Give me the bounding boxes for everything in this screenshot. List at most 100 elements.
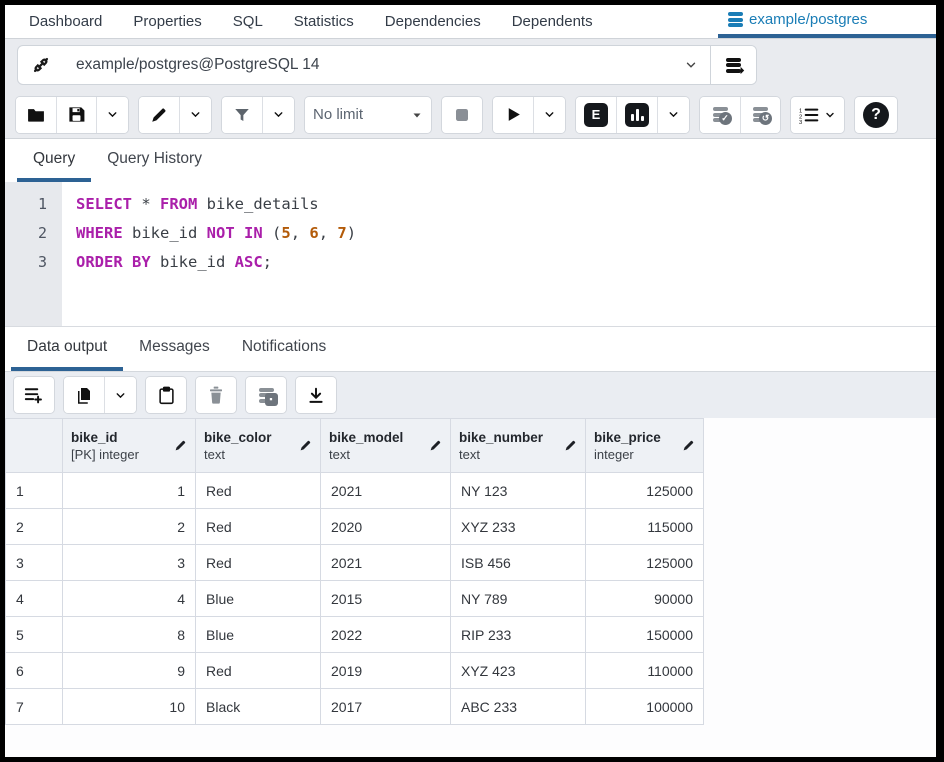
cell-bike-number[interactable]: XYZ 233 (451, 509, 586, 545)
explain-analyze-button[interactable] (616, 97, 657, 133)
cell-bike-model[interactable]: 2015 (321, 581, 451, 617)
cell-bike-id[interactable]: 1 (63, 473, 196, 509)
paste-button[interactable] (146, 377, 186, 413)
delete-row-button[interactable] (196, 377, 236, 413)
cell-bike-price[interactable]: 125000 (586, 473, 704, 509)
cell-bike-color[interactable]: Red (196, 509, 321, 545)
column-header-bike-id[interactable]: bike_id[PK] integer (63, 419, 196, 473)
tab-query-history[interactable]: Query History (91, 139, 218, 182)
edit-column-icon[interactable] (174, 439, 187, 452)
open-file-button[interactable] (16, 97, 56, 133)
nav-dashboard[interactable]: Dashboard (29, 13, 102, 30)
cell-bike-id[interactable]: 8 (63, 617, 196, 653)
edit-column-icon[interactable] (564, 439, 577, 452)
execute-button[interactable] (493, 97, 533, 133)
macros-button[interactable]: 123 (791, 97, 844, 133)
cell-bike-model[interactable]: 2019 (321, 653, 451, 689)
cell-bike-color[interactable]: Blue (196, 617, 321, 653)
commit-button[interactable]: ✓ (700, 97, 740, 133)
column-header-bike-color[interactable]: bike_colortext (196, 419, 321, 473)
help-button[interactable]: ? (855, 97, 897, 133)
filter-options-button[interactable] (262, 97, 294, 133)
querytool-tab[interactable]: example/postgres (718, 5, 936, 38)
row-limit-select[interactable]: No limit (305, 97, 431, 133)
sql-code[interactable]: SELECT * FROM bike_details WHERE bike_id… (62, 182, 356, 326)
sql-editor[interactable]: 1 2 3 SELECT * FROM bike_details WHERE b… (5, 182, 936, 326)
cell-bike-number[interactable]: NY 123 (451, 473, 586, 509)
save-file-button[interactable] (56, 97, 96, 133)
select-all-header[interactable] (6, 419, 63, 473)
cell-bike-id[interactable]: 4 (63, 581, 196, 617)
explain-options-button[interactable] (657, 97, 689, 133)
row-number-cell[interactable]: 3 (6, 545, 63, 581)
filter-button[interactable] (222, 97, 262, 133)
cell-bike-number[interactable]: ISB 456 (451, 545, 586, 581)
cell-bike-number[interactable]: ABC 233 (451, 689, 586, 725)
cell-bike-color[interactable]: Red (196, 653, 321, 689)
cell-bike-color[interactable]: Red (196, 545, 321, 581)
stop-button[interactable] (442, 97, 482, 133)
nav-properties[interactable]: Properties (133, 13, 201, 30)
row-number-cell[interactable]: 7 (6, 689, 63, 725)
cell-bike-price[interactable]: 90000 (586, 581, 704, 617)
cell-bike-id[interactable]: 3 (63, 545, 196, 581)
cell-bike-price[interactable]: 100000 (586, 689, 704, 725)
tab-query[interactable]: Query (17, 139, 91, 182)
sql-keyword: ASC (235, 253, 263, 271)
cell-bike-id[interactable]: 10 (63, 689, 196, 725)
cell-bike-number[interactable]: XYZ 423 (451, 653, 586, 689)
cell-bike-price[interactable]: 115000 (586, 509, 704, 545)
cell-bike-model[interactable]: 2020 (321, 509, 451, 545)
row-number-cell[interactable]: 6 (6, 653, 63, 689)
connection-dropdown[interactable]: example/postgres@PostgreSQL 14 (64, 46, 710, 84)
cell-bike-id[interactable]: 2 (63, 509, 196, 545)
cell-bike-model[interactable]: 2022 (321, 617, 451, 653)
explain-button[interactable]: E (576, 97, 616, 133)
bar-chart-icon (625, 103, 649, 127)
cell-bike-color[interactable]: Red (196, 473, 321, 509)
nav-dependencies[interactable]: Dependencies (385, 13, 481, 30)
save-options-button[interactable] (96, 97, 128, 133)
tab-data-output[interactable]: Data output (11, 327, 123, 371)
cell-bike-price[interactable]: 125000 (586, 545, 704, 581)
edit-column-icon[interactable] (429, 439, 442, 452)
cell-bike-number[interactable]: RIP 233 (451, 617, 586, 653)
row-number-cell[interactable]: 4 (6, 581, 63, 617)
cell-bike-id[interactable]: 9 (63, 653, 196, 689)
cell-bike-model[interactable]: 2017 (321, 689, 451, 725)
nav-dependents[interactable]: Dependents (512, 13, 593, 30)
column-name: bike_price (594, 429, 678, 446)
cell-bike-price[interactable]: 150000 (586, 617, 704, 653)
column-header-bike-price[interactable]: bike_priceinteger (586, 419, 704, 473)
cell-bike-model[interactable]: 2021 (321, 473, 451, 509)
edit-column-icon[interactable] (299, 439, 312, 452)
cell-bike-number[interactable]: NY 789 (451, 581, 586, 617)
tab-notifications[interactable]: Notifications (226, 327, 342, 371)
save-data-button[interactable]: ▪ (246, 377, 286, 413)
row-number-cell[interactable]: 2 (6, 509, 63, 545)
download-button[interactable] (296, 377, 336, 413)
tab-messages[interactable]: Messages (123, 327, 226, 371)
cell-bike-model[interactable]: 2021 (321, 545, 451, 581)
sql-text: bike_id (151, 253, 235, 271)
edit-options-button[interactable] (179, 97, 211, 133)
row-number-cell[interactable]: 1 (6, 473, 63, 509)
column-header-bike-model[interactable]: bike_modeltext (321, 419, 451, 473)
column-header-bike-number[interactable]: bike_numbertext (451, 419, 586, 473)
execute-options-button[interactable] (533, 97, 565, 133)
rollback-button[interactable]: ↺ (740, 97, 780, 133)
cell-bike-color[interactable]: Black (196, 689, 321, 725)
edit-button[interactable] (139, 97, 179, 133)
copy-button[interactable] (64, 377, 104, 413)
table-row: 7 10 Black 2017 ABC 233 100000 (6, 689, 704, 725)
new-connection-button[interactable] (710, 46, 756, 84)
cell-bike-price[interactable]: 110000 (586, 653, 704, 689)
copy-options-button[interactable] (104, 377, 136, 413)
column-type: text (204, 446, 295, 463)
cell-bike-color[interactable]: Blue (196, 581, 321, 617)
edit-column-icon[interactable] (682, 439, 695, 452)
nav-statistics[interactable]: Statistics (294, 13, 354, 30)
nav-sql[interactable]: SQL (233, 13, 263, 30)
add-row-button[interactable] (14, 377, 54, 413)
row-number-cell[interactable]: 5 (6, 617, 63, 653)
